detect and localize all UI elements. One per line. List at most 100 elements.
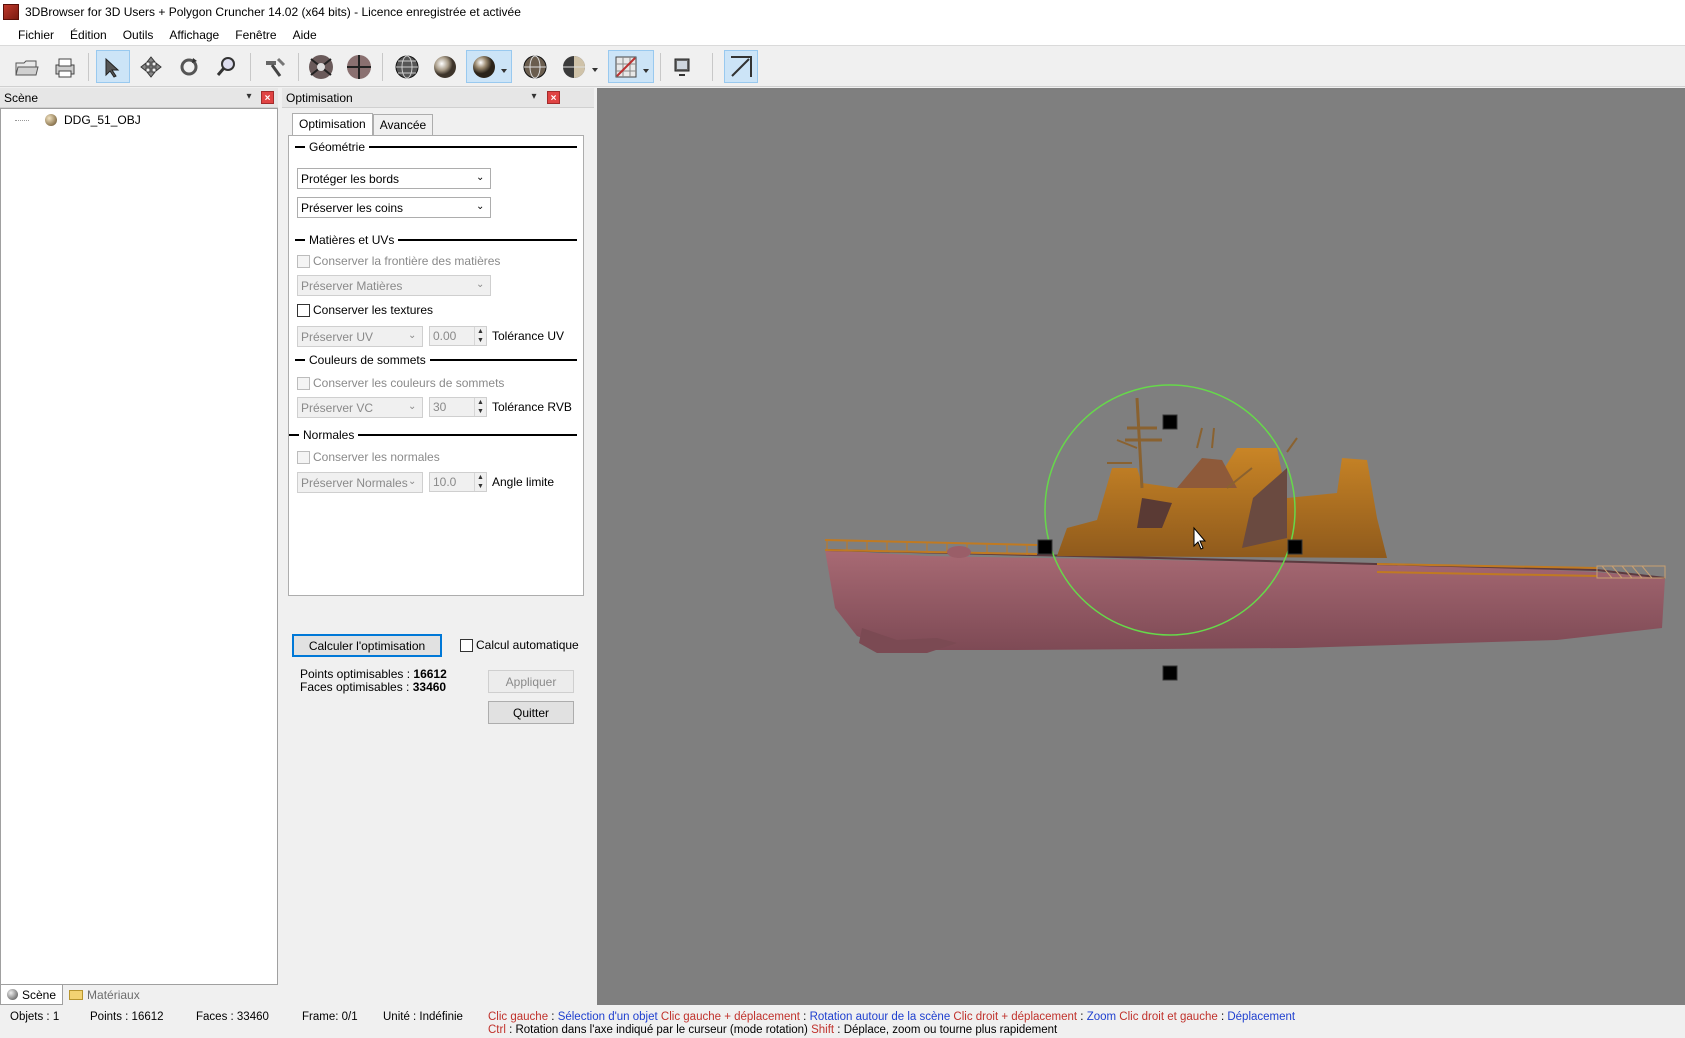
preserve-vc-select[interactable]: Préserver VC ⌄ [297,397,423,418]
menu-affichage[interactable]: Affichage [161,26,227,44]
half-sphere-button[interactable] [556,50,602,83]
rotate-tool-button[interactable] [172,50,206,83]
wireframe-shading-button[interactable] [390,50,424,83]
gizmo-handle-right[interactable] [1287,539,1303,555]
optimisation-tab-body: Géométrie Protéger les bords ⌄ Préserver… [288,135,584,596]
object-sphere-icon [45,114,57,126]
optimisation-tabs: Optimisation Avancée [292,113,434,135]
resize-button[interactable] [724,50,758,83]
menu-outils[interactable]: Outils [115,26,162,44]
help-segment: : Rotation dans l'axe indiqué par le cur… [505,1024,812,1036]
pin-icon[interactable]: ▾ [528,91,540,103]
display-button[interactable] [666,50,700,83]
keep-normals-checkbox[interactable]: Conserver les normales [297,450,440,464]
tab-avancee[interactable]: Avancée [372,114,434,135]
status-bar: Objets : 1 Points : 16612 Faces : 33460 … [0,1005,1685,1038]
tree-item[interactable]: DDG_51_OBJ [15,113,141,127]
tools-button[interactable] [258,50,292,83]
quit-button[interactable]: Quitter [488,701,574,724]
optimisable-points: Points optimisables : 16612 [300,667,447,681]
tab-optimisation[interactable]: Optimisation [292,113,373,135]
print-button[interactable] [48,50,82,83]
chevron-down-icon: ⌄ [476,279,485,290]
geometry-group-header: Géométrie [295,140,577,154]
auto-compute-checkbox[interactable]: Calcul automatique [460,638,579,652]
move-tool-button[interactable] [134,50,168,83]
angle-limit-value: 10.0 [433,475,457,489]
edges-select[interactable]: Protéger les bords ⌄ [297,168,491,189]
textured-shading-button[interactable] [518,50,552,83]
ship-model[interactable] [597,88,1685,1005]
compute-optimisation-button[interactable]: Calculer l'optimisation [292,634,442,657]
spin-arrows-icon[interactable]: ▲ ▼ [474,398,486,416]
help-segment: Zoom [1086,1011,1117,1023]
materials-group-header: Matières et UVs [295,233,577,247]
select-tool-button[interactable] [96,50,130,83]
tab-materials-label: Matériaux [87,988,140,1002]
gizmo-handle-left[interactable] [1037,539,1053,555]
view-mode-button[interactable] [304,50,338,83]
spin-arrows-icon[interactable]: ▲ ▼ [474,473,486,491]
tree-item-label: DDG_51_OBJ [64,113,141,127]
texture-map-button[interactable] [608,50,654,83]
keep-material-boundary-checkbox[interactable]: Conserver la frontière des matières [297,254,500,268]
monitor-icon [674,58,690,76]
keep-normals-label: Conserver les normales [313,450,440,464]
help-segment: Ctrl [488,1024,506,1036]
uv-tolerance-stepper[interactable]: 0.00 ▲ ▼ [429,326,487,346]
menu-fenetre[interactable]: Fenêtre [227,26,284,44]
move-icon [140,55,162,78]
open-file-button[interactable] [10,50,44,83]
3d-viewport[interactable] [597,88,1685,1005]
points-value: 16612 [413,667,447,681]
status-points: Points : 16612 [90,1011,164,1023]
toolbar-separator [298,53,299,81]
help-segment: Rotation autour de la scène [809,1011,951,1023]
dropdown-arrow-icon [501,69,507,73]
help-segment: Clic droit + déplacement [950,1011,1078,1023]
preserve-normals-value: Préserver Normales [301,475,408,490]
keep-textures-checkbox[interactable]: Conserver les textures [297,303,433,317]
chevron-down-icon: ⌄ [408,330,417,341]
preserve-uv-select[interactable]: Préserver UV ⌄ [297,326,423,347]
chevron-down-icon: ⌄ [476,201,485,212]
wireframe-sphere-icon [395,55,419,78]
preserve-materials-select[interactable]: Préserver Matières ⌄ [297,275,491,296]
apply-button[interactable]: Appliquer [488,670,574,693]
help-segment: Déplacement [1227,1011,1296,1023]
corners-select[interactable]: Préserver les coins ⌄ [297,197,491,218]
panel-splitter[interactable] [278,108,286,1005]
smooth-shading-button[interactable] [466,50,512,83]
menu-aide[interactable]: Aide [285,26,325,44]
tree-connector [15,119,29,121]
pin-icon[interactable]: ▾ [243,91,255,103]
optimisation-panel: Optimisation Avancée Géométrie Protéger … [286,108,594,1005]
gizmo-handle-bottom[interactable] [1162,665,1178,681]
menu-edition[interactable]: Édition [62,26,115,44]
mouse-help-line-2: Ctrl : Rotation dans l'axe indiqué par l… [488,1024,1057,1036]
angle-limit-stepper[interactable]: 10.0 ▲ ▼ [429,472,487,492]
spin-arrows-icon[interactable]: ▲ ▼ [474,327,486,345]
close-icon[interactable]: × [547,91,560,104]
menu-fichier[interactable]: Fichier [10,26,62,44]
keep-textures-label: Conserver les textures [313,303,434,317]
menu-bar: Fichier Édition Outils Affichage Fenêtre… [0,24,1685,46]
uv-tolerance-value: 0.00 [433,329,457,343]
tab-materials[interactable]: Matériaux [63,985,146,1005]
tab-scene[interactable]: Scène [0,985,64,1005]
normals-group-header: Normales [289,428,577,442]
close-icon[interactable]: × [261,91,274,104]
open-folder-icon [15,60,39,75]
flat-shading-button[interactable] [428,50,462,83]
target-button[interactable] [342,50,376,83]
status-unit: Unité : Indéfinie [383,1011,463,1023]
help-segment: Clic gauche [488,1011,549,1023]
gizmo-handle-top[interactable] [1162,414,1178,430]
zoom-tool-button[interactable] [210,50,244,83]
toolbar-separator [712,53,713,81]
rgb-tolerance-stepper[interactable]: 30 ▲ ▼ [429,397,487,417]
texture-map-icon [615,56,637,77]
preserve-normals-select[interactable]: Préserver Normales ⌄ [297,472,423,493]
scene-tree: DDG_51_OBJ [0,108,278,985]
keep-vertex-colors-checkbox[interactable]: Conserver les couleurs de sommets [297,376,504,390]
